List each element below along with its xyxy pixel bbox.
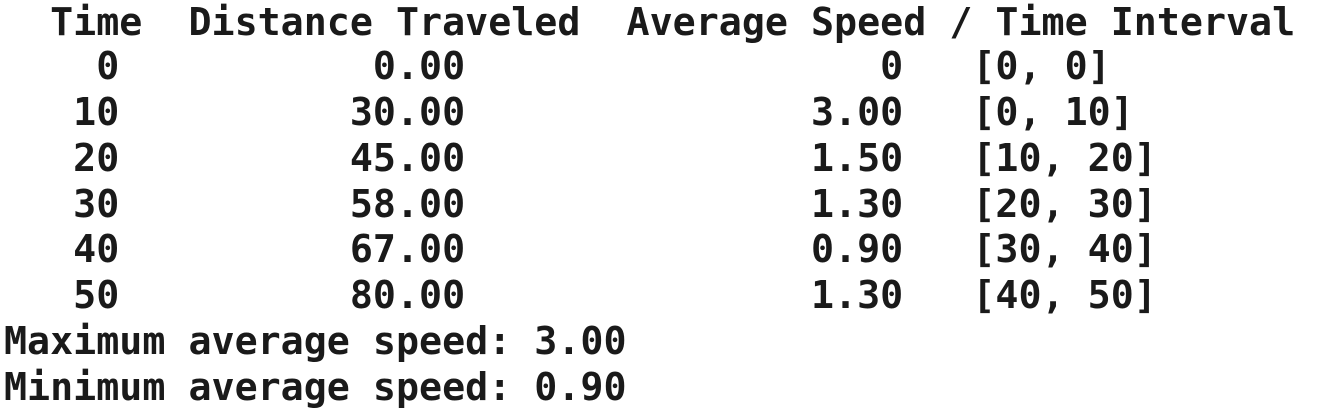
table-header: Time Distance Traveled Average Speed / T… [4,0,1296,45]
max-speed-line: Maximum average speed: 3.00 [4,319,627,364]
table-row: 30 58.00 1.30 [20, 30] [4,182,1157,227]
console-output: Time Distance Traveled Average Speed / T… [4,0,1335,410]
table-row: 10 30.00 3.00 [0, 10] [4,90,1134,135]
table-row: 20 45.00 1.50 [10, 20] [4,136,1157,181]
table-row: 50 80.00 1.30 [40, 50] [4,273,1157,318]
min-speed-line: Minimum average speed: 0.90 [4,365,627,410]
table-row: 40 67.00 0.90 [30, 40] [4,227,1157,272]
table-row: 0 0.00 0 [0, 0] [4,44,1111,89]
